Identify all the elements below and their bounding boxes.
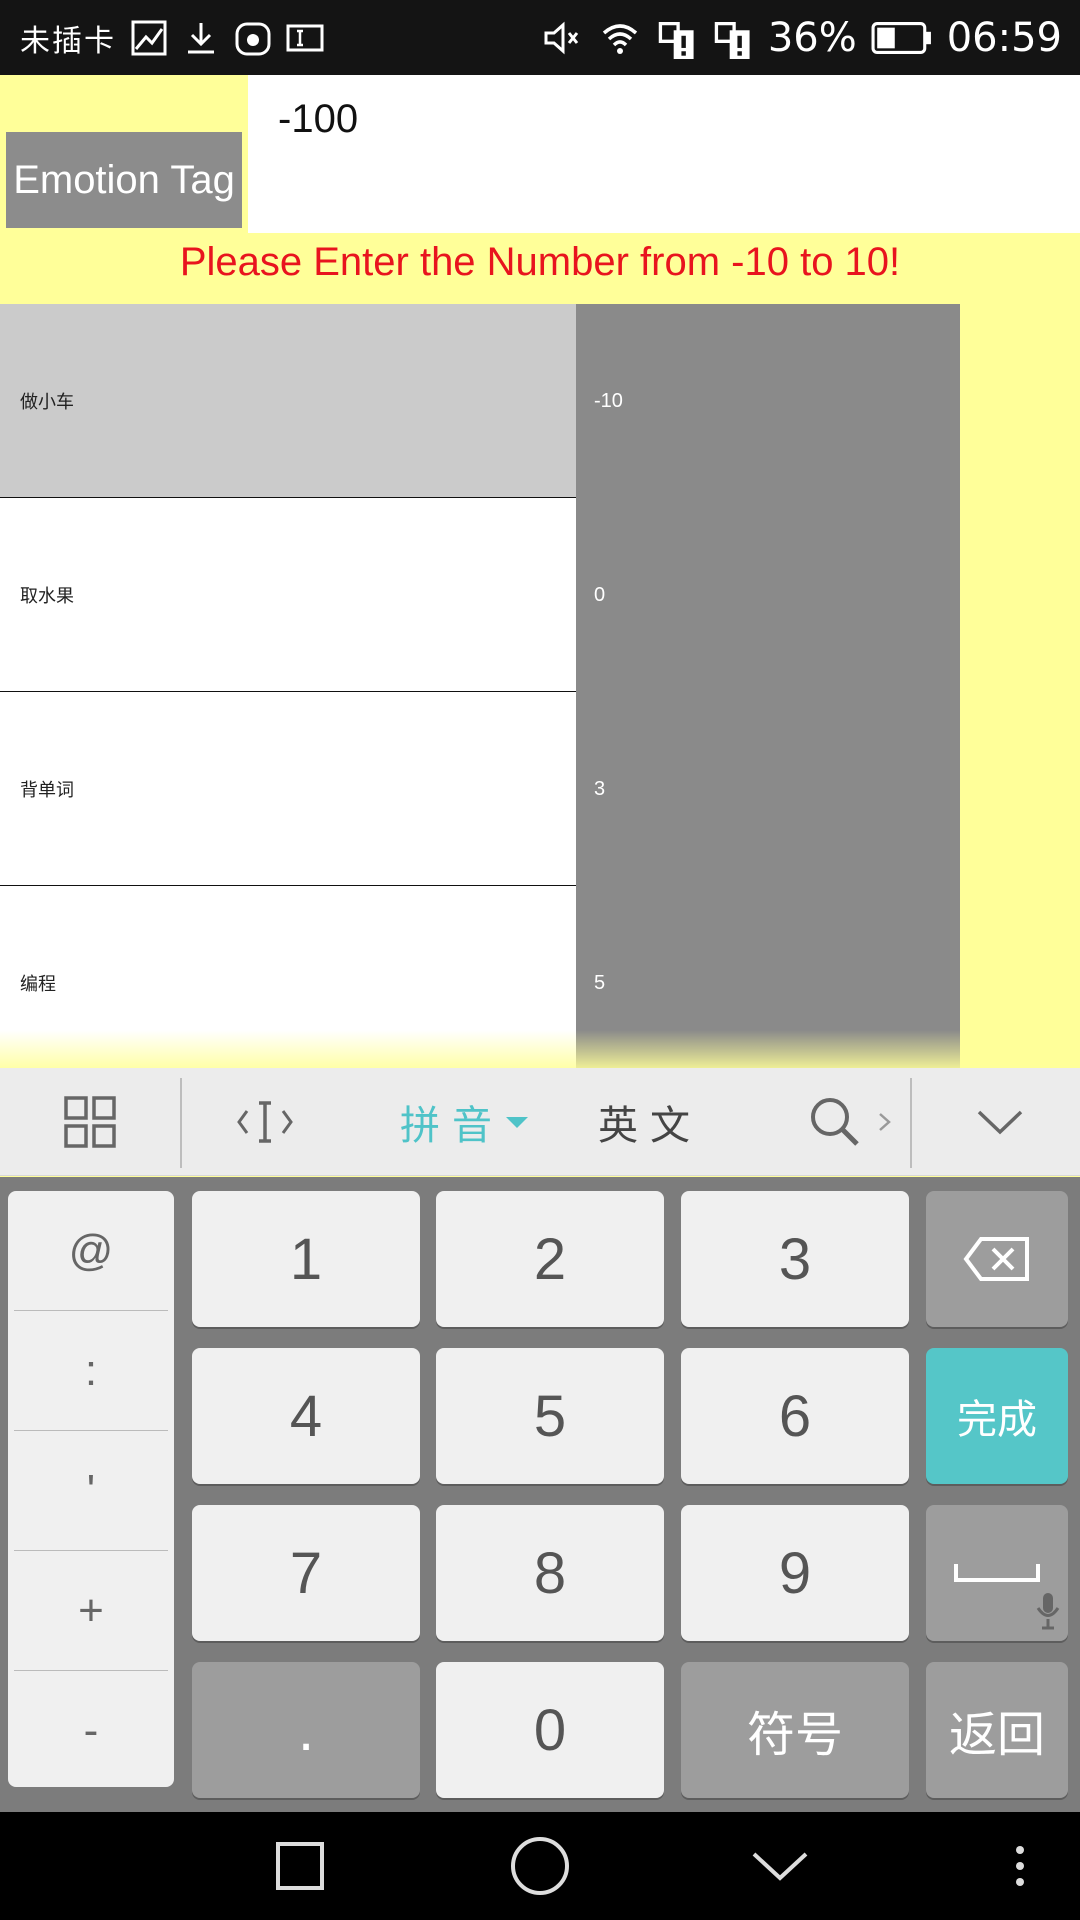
- battery-percent: 36%: [767, 14, 857, 61]
- chevron-down-icon: [977, 1110, 1023, 1135]
- recents-button[interactable]: [250, 1812, 350, 1920]
- scroll-fade: [0, 1030, 1080, 1070]
- circle-icon: [511, 1837, 569, 1895]
- pinyin-tab[interactable]: 拼音: [390, 1068, 540, 1176]
- back-key[interactable]: 返回: [926, 1662, 1068, 1798]
- search-icon: [811, 1098, 859, 1146]
- cursor-move-icon: [237, 1101, 293, 1143]
- microphone-icon: [1036, 1593, 1060, 1630]
- square-icon: [276, 1842, 324, 1890]
- input-icon: [286, 24, 324, 51]
- dot-key[interactable]: .: [192, 1662, 420, 1798]
- cursor-button[interactable]: [220, 1068, 310, 1176]
- emotion-tag-input[interactable]: [248, 75, 1080, 233]
- emotion-table: 做小车 -10 取水果 0 背单词 3 编程 5: [0, 304, 960, 1068]
- key-1[interactable]: 1: [192, 1191, 420, 1327]
- row-value: 3: [576, 692, 960, 886]
- backspace-key[interactable]: [926, 1191, 1068, 1327]
- sim-alert-icon: [658, 21, 694, 59]
- row-value: -10: [576, 304, 960, 498]
- table-row[interactable]: 背单词 3: [0, 692, 960, 887]
- toolbar-divider: [180, 1078, 182, 1168]
- chevron-right-icon: [879, 1113, 891, 1131]
- keyboard-toolbar: 拼音 英文: [0, 1068, 1080, 1176]
- key-6[interactable]: 6: [681, 1348, 909, 1484]
- wifi-icon: [602, 23, 637, 54]
- key-5[interactable]: 5: [436, 1348, 664, 1484]
- space-icon: [954, 1564, 1040, 1582]
- key-0[interactable]: 0: [436, 1662, 664, 1798]
- symbol-key[interactable]: -: [14, 1671, 168, 1791]
- key-7[interactable]: 7: [192, 1505, 420, 1641]
- row-name: 背单词: [0, 692, 576, 886]
- sim-alert-icon: [714, 21, 750, 59]
- clock: 06:59: [946, 14, 1062, 61]
- emotion-tag-row: Emotion Tag: [0, 75, 1080, 233]
- symbol-switch-key[interactable]: 符号: [681, 1662, 909, 1798]
- table-row[interactable]: 做小车 -10: [0, 304, 960, 499]
- search-button[interactable]: [795, 1068, 905, 1176]
- key-2[interactable]: 2: [436, 1191, 664, 1327]
- row-value: 0: [576, 498, 960, 692]
- symbol-key[interactable]: @: [14, 1191, 168, 1311]
- battery-icon: [871, 21, 931, 54]
- key-3[interactable]: 3: [681, 1191, 909, 1327]
- error-message: Please Enter the Number from -10 to 10!: [179, 240, 901, 284]
- key-9[interactable]: 9: [681, 1505, 909, 1641]
- more-vertical-icon: [1016, 1846, 1024, 1886]
- status-bar: 未插卡 36% 06:59: [0, 0, 1080, 75]
- home-button[interactable]: [490, 1812, 590, 1920]
- english-tab[interactable]: 英文: [590, 1068, 710, 1176]
- download-icon: [188, 22, 214, 53]
- backspace-icon: [963, 1237, 1029, 1281]
- table-row[interactable]: 取水果 0: [0, 498, 960, 693]
- emotion-tag-label: Emotion Tag: [6, 132, 242, 228]
- chevron-down-icon: [752, 1852, 808, 1881]
- pinyin-label: 拼音: [400, 1103, 504, 1149]
- symbol-key[interactable]: :: [14, 1311, 168, 1431]
- numeric-keyboard: @ : ' + - 1 2 3 4 5 6 完成 7 8 9 . 0 符号 返回: [0, 1177, 1080, 1812]
- space-key[interactable]: [926, 1505, 1068, 1641]
- apps-grid-button[interactable]: [40, 1068, 140, 1176]
- key-8[interactable]: 8: [436, 1505, 664, 1641]
- key-4[interactable]: 4: [192, 1348, 420, 1484]
- symbol-column: @ : ' + -: [8, 1191, 174, 1787]
- hide-keyboard-button[interactable]: [730, 1812, 830, 1920]
- grid-icon: [64, 1096, 116, 1148]
- row-name: 取水果: [0, 498, 576, 692]
- collapse-keyboard-button[interactable]: [950, 1068, 1050, 1176]
- done-key[interactable]: 完成: [926, 1348, 1068, 1484]
- huawei-icon: [235, 22, 271, 55]
- row-name: 做小车: [0, 304, 576, 498]
- caret-down-icon: [506, 1117, 528, 1128]
- carrier-text: 未插卡: [20, 23, 116, 59]
- gallery-icon: [131, 20, 167, 55]
- symbol-key[interactable]: ': [14, 1431, 168, 1551]
- more-button[interactable]: [1000, 1812, 1040, 1920]
- english-label: 英文: [598, 1103, 702, 1149]
- navigation-bar: [0, 1812, 1080, 1920]
- mute-icon: [544, 21, 578, 54]
- toolbar-divider: [910, 1078, 912, 1168]
- symbol-key[interactable]: +: [14, 1551, 168, 1671]
